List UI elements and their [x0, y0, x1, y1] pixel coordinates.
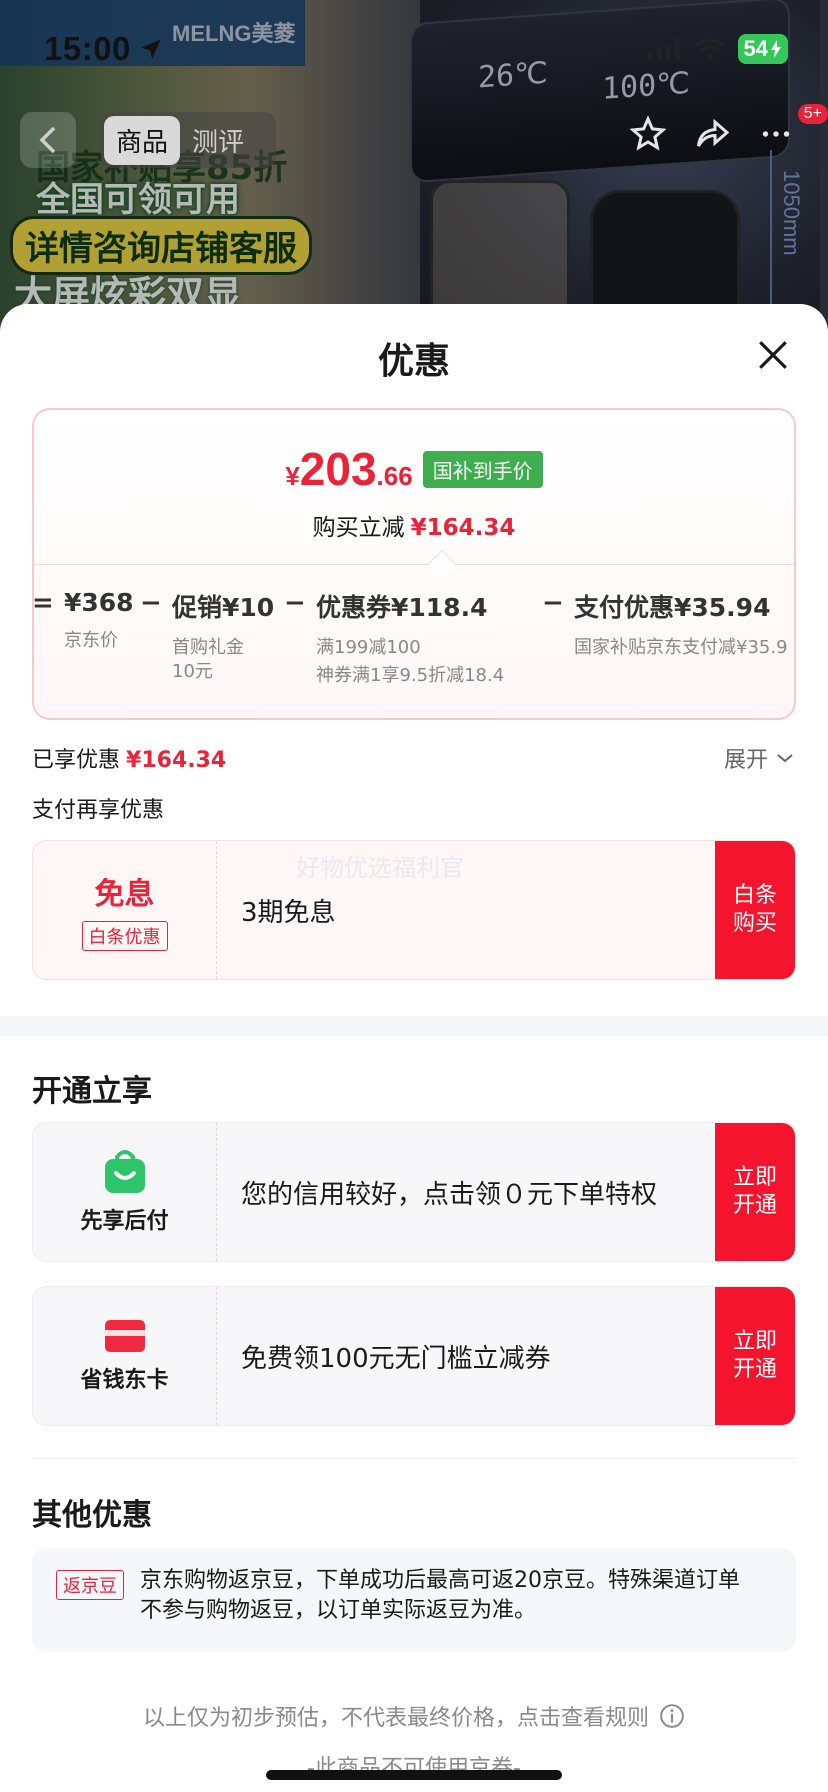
open-section-title: 开通立享: [32, 1074, 152, 1109]
notification-badge: 5+: [797, 104, 828, 124]
discount-sheet: 优惠 ¥ 203 .66 国补到手价 购买立减 ¥164.34 = ¥368 京东…: [0, 304, 828, 1792]
savings-card-text: 免费领100元无门槛立减券: [241, 1343, 551, 1374]
pay-later-label: 先享后付: [80, 1209, 169, 1234]
shopping-bag-icon: [104, 1150, 145, 1193]
tab-product[interactable]: 商品: [104, 115, 181, 165]
jingdou-rebate-card: 返京豆 京东购物返京豆，下单成功后最高可返20京豆。特殊渠道订单不参与购物返豆，…: [32, 1548, 796, 1652]
more-dots-icon: [762, 131, 790, 137]
chevron-left-icon: [39, 126, 56, 154]
open-item-pay-later: 先享后付 您的信用较好，点击领０元下单特权 立即开通: [32, 1122, 796, 1262]
savings-card-label: 省钱东卡: [80, 1368, 169, 1393]
subsidy-price-tag: 国补到手价: [422, 451, 543, 488]
open-now-button[interactable]: 立即开通: [715, 1123, 795, 1261]
status-icons: 54: [647, 34, 788, 64]
operator: −: [284, 588, 306, 618]
signal-icon: [647, 39, 680, 60]
sheet-title: 优惠: [377, 341, 450, 382]
baitiao-buy-button[interactable]: 白条购买: [715, 841, 795, 979]
tab-review[interactable]: 测评: [180, 116, 256, 165]
final-price: ¥ 203 .66: [285, 443, 413, 495]
battery-indicator: 54: [737, 34, 788, 64]
expand-toggle[interactable]: 展开: [724, 742, 794, 774]
status-time: 15:00: [44, 30, 131, 67]
interest-free-title: 免息: [94, 877, 155, 912]
breakdown-item: ¥368 京东价: [64, 588, 134, 651]
close-icon[interactable]: [756, 338, 790, 372]
enjoyed-discount: 已享优惠 ¥164.34: [32, 748, 227, 773]
wifi-icon: [694, 38, 725, 60]
tab-switcher: 商品 测评: [100, 112, 276, 168]
reduce-summary: 购买立减 ¥164.34: [312, 515, 516, 541]
charging-bolt-icon: [771, 40, 781, 58]
jingdou-badge: 返京豆: [56, 1570, 124, 1600]
operator: −: [542, 588, 564, 618]
top-nav: 商品 测评 5+: [0, 104, 828, 172]
home-indicator[interactable]: [266, 1770, 562, 1780]
card-icon: [104, 1320, 145, 1352]
open-now-button[interactable]: 立即开通: [715, 1287, 795, 1425]
watermark: 好物优选福利官: [296, 854, 464, 882]
share-icon[interactable]: [694, 116, 730, 152]
other-section-title: 其他优惠: [32, 1498, 152, 1533]
price-breakdown-card: ¥ 203 .66 国补到手价 购买立减 ¥164.34 = ¥368 京东价 −…: [32, 408, 796, 720]
top-actions: 5+: [630, 104, 828, 152]
breakdown-row: = ¥368 京东价 − 促销¥10 首购礼金 10元 − 优惠券¥118.4 …: [32, 588, 794, 708]
breakdown-item: 优惠券¥118.4 满199减100 神券满1享9.5折减18.4: [316, 593, 505, 686]
breakdown-item: 促销¥10 首购礼金 10元: [172, 593, 275, 682]
more-menu[interactable]: 5+: [758, 104, 828, 152]
estimate-rules-link[interactable]: 以上仅为初步预估，不代表最终价格，点击查看规则: [0, 1700, 828, 1732]
location-arrow-icon: [141, 39, 161, 59]
back-button[interactable]: [20, 112, 76, 168]
pay-later-text: 您的信用较好，点击领０元下单特权: [241, 1179, 658, 1210]
pay-more-label: 支付再享优惠: [32, 798, 165, 823]
operator: =: [32, 588, 54, 618]
jingdou-text: 京东购物返京豆，下单成功后最高可返20京豆。特殊渠道订单不参与购物返豆，以订单实…: [140, 1568, 740, 1623]
open-item-savings-card: 省钱东卡 免费领100元无门槛立减券 立即开通: [32, 1286, 796, 1426]
breakdown-item: 支付优惠¥35.94 国家补贴京东支付减¥35.9: [574, 593, 788, 658]
baitiao-badge: 白条优惠: [81, 921, 168, 951]
star-icon[interactable]: [630, 116, 666, 152]
operator: −: [140, 588, 162, 618]
chevron-down-icon: [777, 754, 793, 763]
info-icon: [660, 1704, 684, 1728]
